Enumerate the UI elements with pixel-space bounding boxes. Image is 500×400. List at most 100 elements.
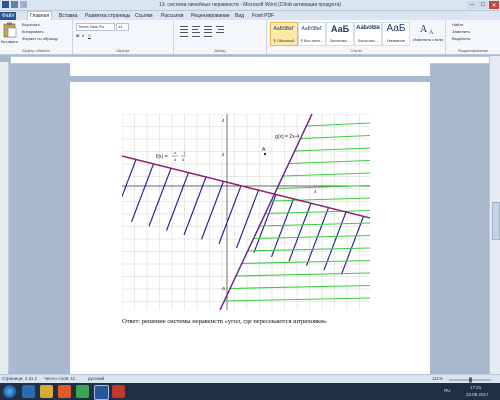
blue-hatch-stroke	[148, 168, 172, 227]
styles-group-label: Стили	[350, 48, 362, 53]
style-name: Название	[387, 38, 405, 43]
start-button[interactable]	[3, 385, 16, 398]
y-tick-mid: 2	[222, 152, 225, 157]
paste-button[interactable]: Вставить	[1, 39, 18, 44]
style-name: Заголово...	[329, 38, 351, 43]
green-hatch-stroke	[282, 172, 370, 177]
style-no-spacing[interactable]: АаБбВвГ ¶ Без инте...	[298, 22, 326, 46]
taskbar-app-browser[interactable]	[22, 385, 35, 398]
ribbon: Вставить Вырезать Копировать Формат по о…	[0, 20, 500, 55]
blue-hatch-stroke	[270, 198, 295, 258]
minimize-button[interactable]: –	[467, 1, 477, 9]
tab-foxit-pdf[interactable]: Foxit PDF	[250, 12, 276, 20]
language-indicator[interactable]: русский	[88, 376, 104, 381]
cut-button[interactable]: Вырезать	[22, 22, 40, 27]
y-tick-top: 4	[222, 118, 225, 123]
y-tick-bottom: -6	[221, 286, 225, 291]
vertical-ruler[interactable]	[0, 62, 9, 374]
graph-image[interactable]: A f(x) = -x 4 1 4 g(x) = 2x-4 4 2 -6 4	[122, 114, 370, 310]
change-styles-icon[interactable]: A A	[417, 22, 441, 36]
blue-hatch-stroke	[130, 163, 155, 223]
tray-time[interactable]: 17:21	[470, 385, 481, 390]
blue-hatching	[122, 159, 365, 275]
font-group-label: Шрифт	[116, 48, 130, 53]
answer-text: Ответ: решение системы неравенств «угол,…	[122, 318, 327, 325]
style-sample: АаБ	[386, 23, 406, 34]
bold-button[interactable]: Ж	[76, 33, 80, 38]
font-name-box[interactable]: Times New Ro	[76, 23, 115, 31]
f-denominator-1: 4	[174, 157, 177, 162]
style-heading-1[interactable]: АаБ Заголово...	[326, 22, 354, 46]
italic-button[interactable]: К	[82, 33, 84, 38]
select-button[interactable]: Выделить	[452, 36, 470, 41]
window-title: 13. система линейных неравенств - Micros…	[158, 2, 342, 8]
green-hatch-stroke	[241, 259, 370, 265]
paragraph-group-label: Абзац	[214, 48, 226, 53]
style-name: Заголово...	[357, 38, 379, 43]
zoom-level[interactable]: 111%	[432, 376, 443, 381]
format-painter-button[interactable]: Формат по образцу	[22, 36, 58, 41]
tab-page-layout[interactable]: Разметка страницы	[83, 12, 132, 20]
style-heading-2[interactable]: АаБбВв Заголово...	[354, 22, 382, 46]
find-button[interactable]: Найти	[452, 22, 463, 27]
green-hatch-stroke	[294, 147, 370, 152]
paragraph-group: Абзац	[174, 20, 267, 54]
underline-button[interactable]: Ч	[88, 33, 91, 38]
green-hatch-stroke	[253, 234, 370, 240]
change-styles-button[interactable]: Изменить стили	[412, 37, 444, 42]
paste-icon[interactable]	[3, 22, 17, 38]
line-g	[219, 114, 313, 310]
window-controls: – □ ✕	[467, 1, 499, 9]
green-hatch-stroke	[230, 284, 370, 290]
tab-file[interactable]: Файл	[0, 12, 17, 20]
style-name: ¶ Без инте...	[300, 38, 324, 43]
style-sample: АаБбВв	[356, 25, 380, 31]
tray-language[interactable]: RU	[444, 388, 451, 393]
page-indicator[interactable]: Страница: 2 из 2	[2, 376, 37, 381]
tab-mailings[interactable]: Рассылки	[159, 12, 185, 20]
replace-button[interactable]: Заменить	[452, 29, 470, 34]
taskbar-app-word[interactable]	[94, 385, 109, 400]
tab-review[interactable]: Рецензирование	[189, 12, 232, 20]
green-hatch-stroke	[306, 122, 370, 127]
taskbar-app-pdf[interactable]	[112, 385, 125, 398]
f-numerator-1: -x	[173, 150, 176, 155]
green-hatch-stroke	[288, 159, 370, 165]
tab-references[interactable]: Ссылки	[133, 12, 155, 20]
blue-hatch-stroke	[253, 194, 277, 253]
font-group: Times New Ro 14 Ж К Ч Шрифт	[73, 20, 174, 54]
x-tick: 4	[314, 189, 317, 194]
close-button[interactable]: ✕	[489, 1, 499, 9]
tab-insert[interactable]: Вставка	[57, 12, 80, 20]
font-size-box[interactable]: 14	[116, 23, 129, 31]
tab-view[interactable]: Вид	[233, 12, 246, 20]
green-hatch-stroke	[235, 272, 370, 277]
clipboard-group: Вставить Вырезать Копировать Формат по о…	[0, 20, 73, 54]
styles-group: АаБбВвГ ¶ Обычный АаБбВвГ ¶ Без инте... …	[267, 20, 446, 54]
green-hatch-stroke	[259, 222, 370, 227]
blue-hatch-stroke	[235, 189, 260, 249]
clipboard-group-label: Буфер обмена	[22, 48, 50, 53]
taskbar-app-excel[interactable]	[76, 385, 89, 398]
style-title[interactable]: АаБ Название	[382, 22, 410, 46]
editing-group: Найти Заменить Выделить Редактирование	[446, 20, 500, 54]
style-name: ¶ Обычный	[273, 38, 295, 43]
taskbar-app-explorer[interactable]	[40, 385, 53, 398]
blue-hatch-stroke	[218, 185, 242, 244]
point-a	[263, 152, 267, 156]
vertical-scrollbar[interactable]	[489, 56, 500, 374]
green-hatch-stroke	[271, 197, 370, 202]
word-count[interactable]: Число слов: 11	[44, 376, 75, 381]
maximize-button[interactable]: □	[478, 1, 488, 9]
style-sample: АаБбВвГ	[273, 26, 295, 32]
blue-hatch-stroke	[122, 159, 137, 198]
scrollbar-thumb[interactable]	[492, 202, 500, 240]
copy-button[interactable]: Копировать	[22, 29, 44, 34]
svg-text:A: A	[420, 24, 428, 35]
style-normal[interactable]: АаБбВвГ ¶ Обычный	[270, 22, 298, 46]
tray-date[interactable]: 23.08.2017	[466, 392, 489, 397]
title-bar: 13. система линейных неравенств - Micros…	[0, 0, 500, 11]
paragraph-icons[interactable]	[180, 24, 260, 40]
taskbar-app-media[interactable]	[58, 385, 71, 398]
tab-home[interactable]: Главная	[27, 11, 53, 20]
